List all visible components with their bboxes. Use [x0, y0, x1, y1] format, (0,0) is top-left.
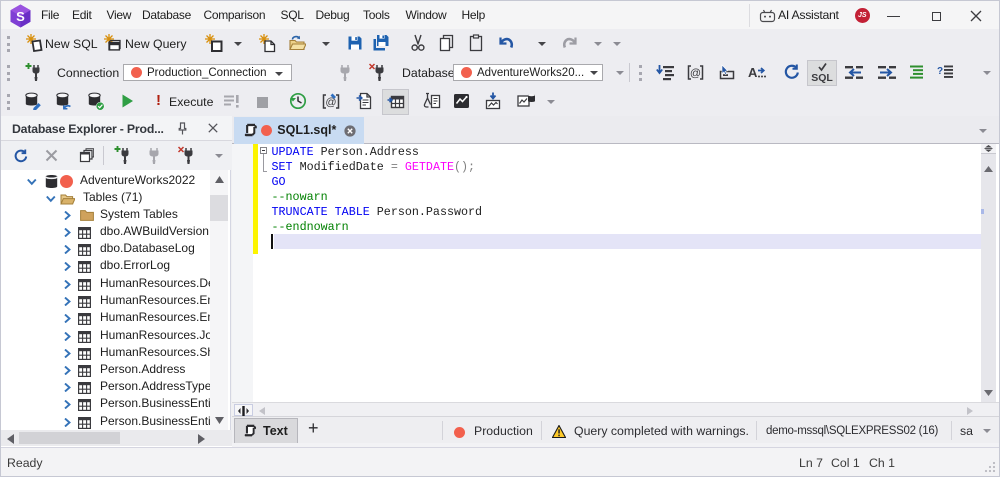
svg-text:?: ?: [937, 66, 943, 77]
svg-text:@: @: [690, 68, 701, 80]
svg-text:@: @: [325, 97, 336, 109]
svg-text:SQL: SQL: [811, 72, 833, 84]
svg-text:S: S: [16, 9, 25, 24]
svg-text:A: A: [748, 65, 758, 80]
